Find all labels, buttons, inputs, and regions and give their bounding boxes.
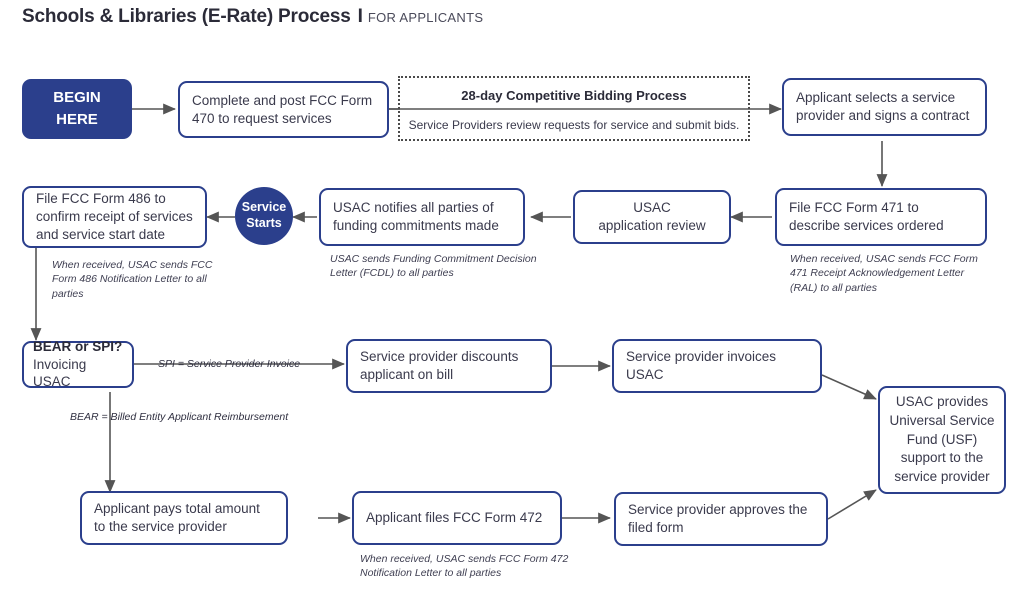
node-sp-invoices-usac-label: Service provider invoices USAC <box>626 349 777 382</box>
node-file-form-486-label: File FCC Form 486 to confirm receipt of … <box>36 191 193 242</box>
node-complete-form-470-label: Complete and post FCC Form 470 to reques… <box>192 92 373 126</box>
node-sp-approves-filed-form[interactable]: Service provider approves the filed form <box>614 492 828 546</box>
node-file-form-471-label: File FCC Form 471 to describe services o… <box>789 200 944 233</box>
begin-here-badge: BEGIN HERE <box>22 79 132 139</box>
node-usac-notifies-parties-label: USAC notifies all parties of funding com… <box>333 200 499 233</box>
node-applicant-pays-provider[interactable]: Applicant pays total amount to the servi… <box>80 491 288 545</box>
node-sp-approves-filed-form-label: Service provider approves the filed form <box>628 502 808 535</box>
node-usf-support[interactable]: USAC provides Universal Service Fund (US… <box>878 386 1006 494</box>
node-applicant-selects-provider[interactable]: Applicant selects a service provider and… <box>782 78 987 136</box>
flowchart-canvas: Schools & Libraries (E-Rate) Process I FOR… <box>0 0 1024 605</box>
page-title-main: Schools & Libraries (E-Rate) Process <box>22 6 351 27</box>
page-title: Schools & Libraries (E-Rate) Process I FOR… <box>22 6 483 28</box>
node-file-form-486[interactable]: File FCC Form 486 to confirm receipt of … <box>22 186 207 248</box>
node-usac-notifies-parties[interactable]: USAC notifies all parties of funding com… <box>319 188 525 246</box>
title-divider: I <box>357 6 363 27</box>
node-sp-discounts-applicant[interactable]: Service provider discounts applicant on … <box>346 339 552 393</box>
note-fcdl: USAC sends Funding Commitment Decision L… <box>330 253 537 280</box>
service-starts-label: Service Starts <box>241 200 287 230</box>
bidding-process-subtitle: Service Providers review requests for se… <box>408 118 740 132</box>
note-form-472: When received, USAC sends FCC Form 472 N… <box>360 553 569 580</box>
node-file-form-471[interactable]: File FCC Form 471 to describe services o… <box>775 188 987 246</box>
node-usac-application-review-label: USAC application review <box>598 200 706 233</box>
node-applicant-pays-provider-label: Applicant pays total amount to the servi… <box>94 501 260 534</box>
node-usac-application-review[interactable]: USAC application review <box>573 190 731 244</box>
node-bear-or-spi-title: BEAR or SPI? <box>33 339 123 355</box>
node-sp-discounts-applicant-label: Service provider discounts applicant on … <box>360 349 519 382</box>
node-bear-or-spi[interactable]: BEAR or SPI? Invoicing USAC <box>22 339 134 390</box>
begin-here-label: BEGIN HERE <box>53 89 101 128</box>
bear-legend-label: BEAR = Billed Entity Applicant Reimburse… <box>70 411 289 423</box>
page-subtitle: FOR APPLICANTS <box>367 10 484 25</box>
note-form-486: When received, USAC sends FCC Form 486 N… <box>52 259 213 300</box>
node-complete-form-470[interactable]: Complete and post FCC Form 470 to reques… <box>178 81 389 138</box>
bidding-process-title: 28-day Competitive Bidding Process <box>461 88 687 103</box>
node-bear-or-spi-sub: Invoicing USAC <box>33 356 87 390</box>
node-usf-support-label: USAC provides Universal Service Fund (US… <box>889 394 995 484</box>
service-starts-badge: Service Starts <box>235 187 293 245</box>
node-sp-invoices-usac[interactable]: Service provider invoices USAC <box>612 339 822 393</box>
node-applicant-files-form-472-label: Applicant files FCC Form 472 <box>366 510 543 526</box>
note-form-471: When received, USAC sends FCC Form 471 R… <box>790 253 978 294</box>
spi-legend-label: SPI = Service Provider Invoice <box>158 358 301 370</box>
node-applicant-files-form-472[interactable]: Applicant files FCC Form 472 <box>352 491 562 545</box>
node-applicant-selects-provider-label: Applicant selects a service provider and… <box>796 90 970 123</box>
